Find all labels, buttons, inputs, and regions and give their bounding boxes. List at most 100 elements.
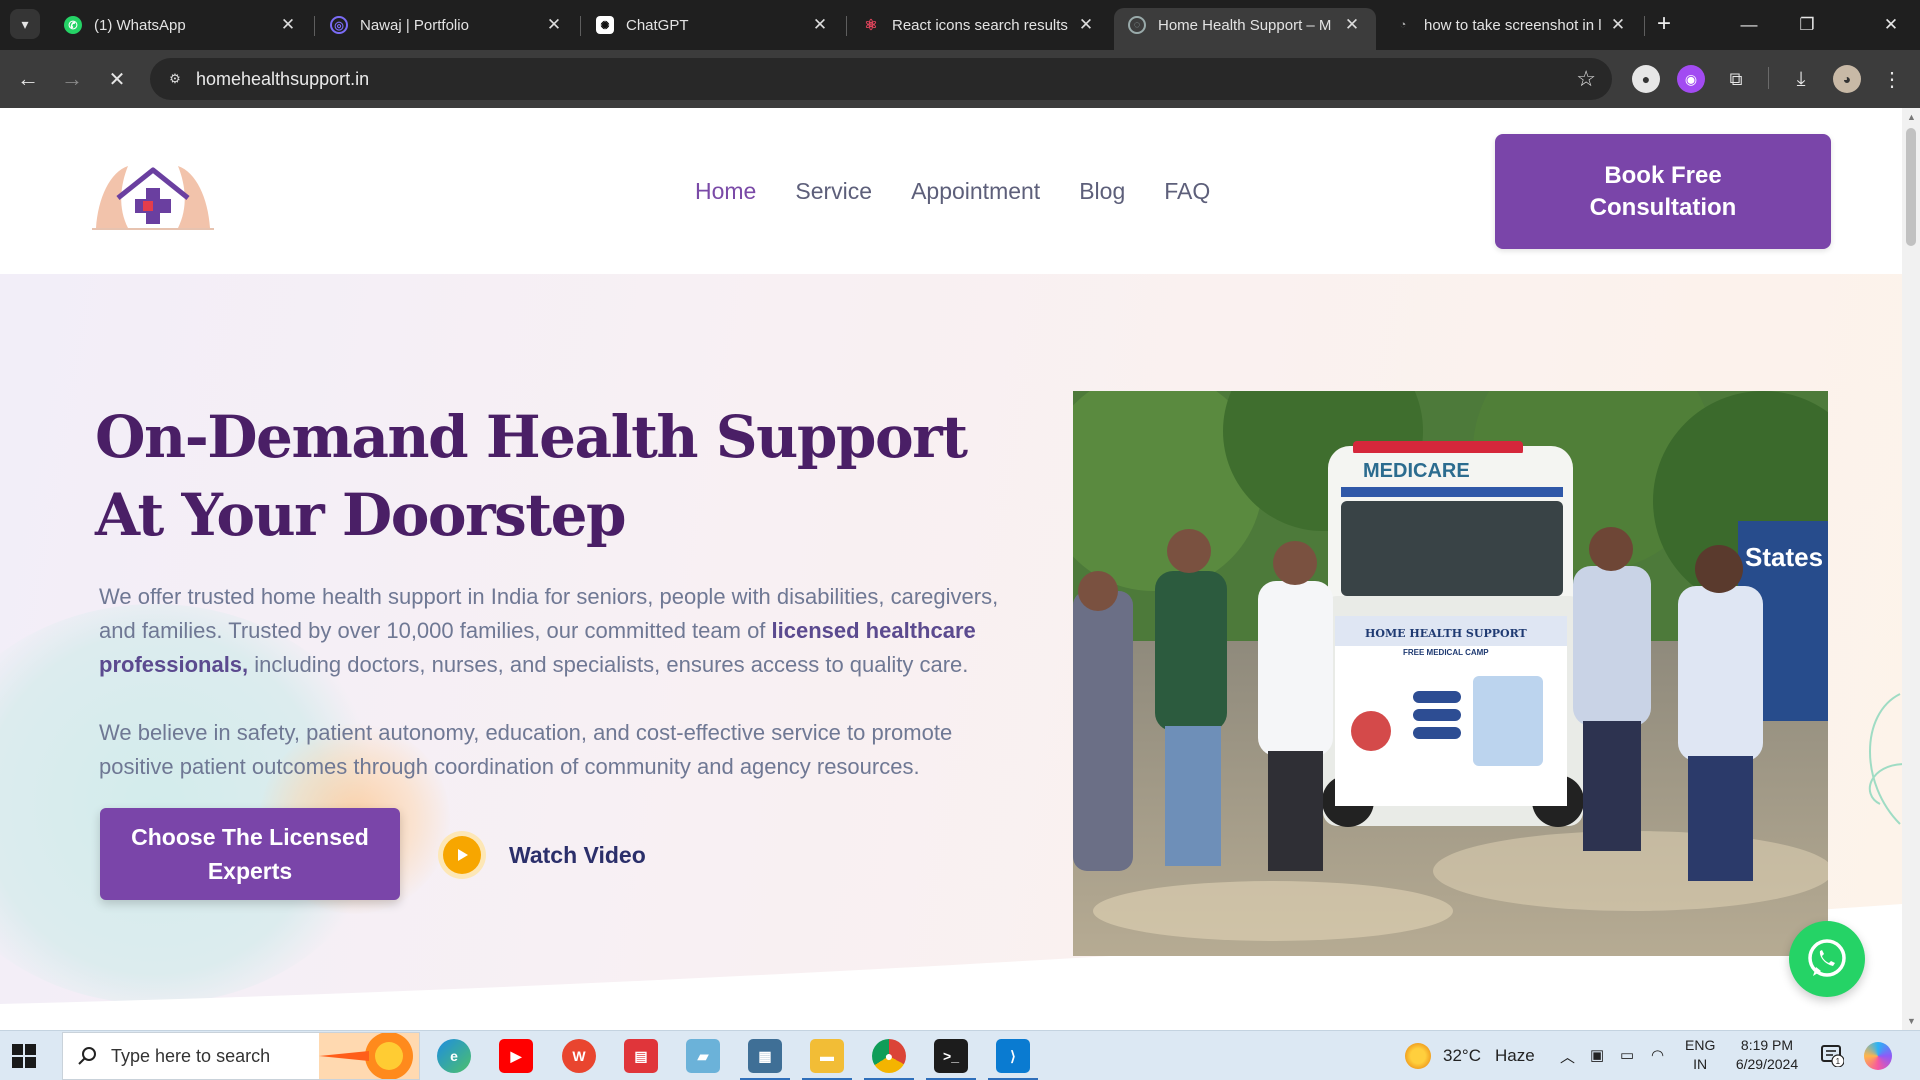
close-window-icon[interactable]: ✕ <box>1862 0 1920 50</box>
close-tab-icon[interactable]: ✕ <box>1076 15 1096 35</box>
minimize-icon[interactable]: — <box>1720 0 1778 50</box>
chatgpt-icon: ✺ <box>596 16 614 34</box>
scroll-up-icon[interactable]: ▲ <box>1907 112 1916 122</box>
whatsapp-icon <box>1808 939 1846 977</box>
tab-title: ChatGPT <box>626 16 689 34</box>
tab-screenshot-search[interactable]: ◔ how to take screenshot in l ✕ <box>1380 8 1642 42</box>
site-header: Home Service Appointment Blog FAQ Book F… <box>0 108 1902 274</box>
decorative-leaf-icon <box>1868 693 1902 825</box>
notification-center-icon[interactable]: 1 <box>1820 1043 1844 1067</box>
battery-icon[interactable]: ▭ <box>1620 1046 1634 1064</box>
close-tab-icon[interactable]: ✕ <box>1608 15 1628 35</box>
region-code: IN <box>1693 1056 1708 1072</box>
tab-title: (1) WhatsApp <box>94 16 186 34</box>
tab-separator <box>580 16 581 36</box>
close-tab-icon[interactable]: ✕ <box>810 15 830 35</box>
weather-temperature: 32°C <box>1443 1046 1481 1065</box>
nav-faq[interactable]: FAQ <box>1164 178 1210 205</box>
hero-mission-text: We believe in safety, patient autonomy, … <box>99 720 953 779</box>
stop-loading-icon[interactable]: ✕ <box>102 64 132 94</box>
hero-photo: States MEDICARE HOME HEALTH SUPPORT FREE… <box>1073 391 1828 956</box>
restore-icon[interactable]: ❐ <box>1778 0 1836 50</box>
tab-title: Nawaj | Portfolio <box>360 16 469 34</box>
notes-app-icon[interactable]: ▰ <box>686 1039 720 1073</box>
wifi-icon[interactable]: ◠ <box>1651 1046 1664 1064</box>
hero-description: We offer trusted home health support in … <box>99 580 1029 682</box>
chrome-browser-icon[interactable]: ● <box>864 1039 914 1080</box>
tab-portfolio[interactable]: ◎ Nawaj | Portfolio ✕ <box>316 8 578 42</box>
file-explorer-icon[interactable]: ▬ <box>802 1039 852 1080</box>
tab-home-health-support[interactable]: ◌ Home Health Support – M ✕ <box>1114 8 1376 50</box>
choose-experts-button[interactable]: Choose The Licensed Experts <box>100 808 400 900</box>
bookmark-star-icon[interactable]: ☆ <box>1576 66 1596 92</box>
browser-menu-icon[interactable]: ⋮ <box>1878 65 1906 93</box>
url-text[interactable]: homehealthsupport.in <box>196 69 369 90</box>
browser-tab-strip: ▾ ✆ (1) WhatsApp ✕ ◎ Nawaj | Portfolio ✕… <box>0 0 1920 50</box>
search-icon <box>78 1047 96 1065</box>
wps-office-icon[interactable]: W <box>562 1039 596 1073</box>
tab-separator <box>1644 16 1645 36</box>
weather-widget[interactable]: 32°C Haze <box>1405 1043 1535 1069</box>
taskbar-search-box[interactable]: Type here to search <box>62 1032 420 1080</box>
browser-toolbar: ← → ✕ ⚙ homehealthsupport.in ☆ ● ◉ ⧉ ⤓ ◕… <box>0 50 1920 108</box>
home-health-logo[interactable] <box>88 158 218 232</box>
close-tab-icon[interactable]: ✕ <box>1342 15 1362 35</box>
watch-video-label[interactable]: Watch Video <box>509 842 646 869</box>
tab-whatsapp[interactable]: ✆ (1) WhatsApp ✕ <box>50 8 312 42</box>
scrollbar-thumb[interactable] <box>1906 128 1916 246</box>
site-info-icon[interactable]: ⚙ <box>164 68 186 90</box>
windows-start-icon[interactable] <box>12 1044 36 1068</box>
tab-react-icons[interactable]: ⚛ React icons search results ✕ <box>848 8 1110 42</box>
loading-icon: ◔ <box>1399 19 1407 31</box>
tab-title: how to take screenshot in l <box>1424 16 1602 34</box>
whatsapp-chat-button[interactable] <box>1789 921 1865 997</box>
nav-service[interactable]: Service <box>795 178 872 205</box>
tab-title: Home Health Support – M <box>1158 16 1332 34</box>
clock-date: 6/29/2024 <box>1735 1056 1799 1072</box>
language-code: ENG <box>1685 1037 1716 1053</box>
whatsapp-icon: ✆ <box>64 16 82 34</box>
forward-icon[interactable]: → <box>57 64 87 94</box>
nav-blog[interactable]: Blog <box>1079 178 1125 205</box>
tab-separator <box>846 16 847 36</box>
notification-count: 1 <box>1836 1057 1841 1066</box>
edge-browser-icon[interactable]: e <box>437 1039 471 1073</box>
calculator-icon[interactable]: ▦ <box>740 1039 790 1080</box>
terminal-icon[interactable]: >_ <box>926 1039 976 1080</box>
page-viewport: Home Service Appointment Blog FAQ Book F… <box>0 108 1902 1030</box>
clock-time: 8:19 PM <box>1740 1037 1794 1053</box>
copilot-icon[interactable] <box>1864 1042 1892 1070</box>
news-app-icon[interactable]: ▤ <box>624 1039 658 1073</box>
extensions-puzzle-icon[interactable]: ⧉ <box>1722 65 1750 93</box>
meet-now-icon[interactable]: ▣ <box>1590 1046 1604 1064</box>
download-icon[interactable]: ⤓ <box>1787 65 1815 93</box>
nav-appointment[interactable]: Appointment <box>911 178 1040 205</box>
profile-avatar[interactable]: ◕ <box>1833 65 1861 93</box>
input-language-indicator[interactable]: ENG IN <box>1685 1036 1715 1074</box>
hero-title: On-Demand Health Support At Your Doorste… <box>95 403 968 549</box>
watch-video-link[interactable]: Watch Video <box>443 836 646 874</box>
extension-gauge-icon[interactable]: ◉ <box>1677 65 1705 93</box>
back-icon[interactable]: ← <box>13 64 43 94</box>
youtube-icon[interactable]: ▶ <box>499 1039 533 1073</box>
tab-search-button[interactable]: ▾ <box>10 9 40 39</box>
banner-subtitle: FREE MEDICAL CAMP <box>1403 648 1489 657</box>
toolbar-separator <box>1768 67 1769 89</box>
extension-circle-icon[interactable]: ● <box>1632 65 1660 93</box>
close-tab-icon[interactable]: ✕ <box>544 15 564 35</box>
tab-chatgpt[interactable]: ✺ ChatGPT ✕ <box>582 8 844 42</box>
vscode-icon[interactable]: ⟩ <box>988 1039 1038 1080</box>
book-consultation-button[interactable]: Book Free Consultation <box>1495 134 1831 249</box>
taskbar-clock[interactable]: 8:19 PM 6/29/2024 <box>1726 1036 1808 1074</box>
close-tab-icon[interactable]: ✕ <box>278 15 298 35</box>
page-scrollbar[interactable]: ▲ ▼ <box>1902 108 1920 1030</box>
search-placeholder: Type here to search <box>111 1045 271 1066</box>
scroll-down-icon[interactable]: ▼ <box>1907 1016 1916 1026</box>
nav-home[interactable]: Home <box>695 178 756 205</box>
address-bar[interactable]: ⚙ homehealthsupport.in ☆ <box>150 58 1612 100</box>
play-icon[interactable] <box>443 836 481 874</box>
hero-section: On-Demand Health Support At Your Doorste… <box>0 274 1902 1030</box>
weather-description: Haze <box>1494 1046 1535 1065</box>
show-hidden-icons-icon[interactable]: ︿ <box>1560 1046 1575 1067</box>
new-tab-icon[interactable]: + <box>1650 10 1678 38</box>
